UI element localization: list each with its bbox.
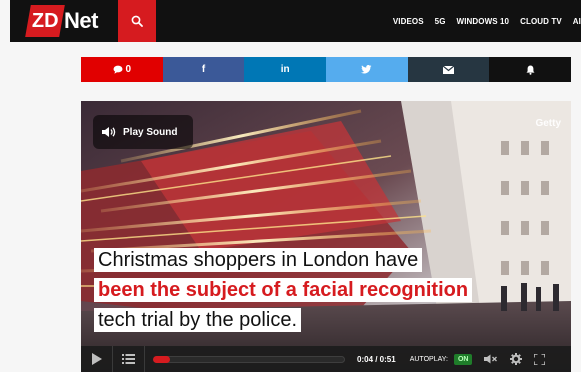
- fullscreen-icon: [534, 353, 546, 365]
- mute-button[interactable]: [484, 354, 498, 364]
- mute-icon: [484, 354, 498, 364]
- logo-text: Net: [64, 8, 98, 33]
- nav-links: VIDEOS 5G WINDOWS 10 CLOUD TV AI: [382, 0, 581, 42]
- autoplay-toggle[interactable]: ON: [453, 353, 473, 365]
- logo-mark: ZD: [31, 9, 59, 32]
- progress-fill: [153, 355, 171, 363]
- comments-button[interactable]: 0: [81, 57, 163, 82]
- chapters-button[interactable]: [113, 346, 145, 372]
- caption-line-2: been the subject of a facial recognition: [94, 278, 473, 302]
- progress-bar[interactable]: [153, 355, 345, 363]
- email-share-button[interactable]: [407, 57, 490, 82]
- nav-link-videos[interactable]: VIDEOS: [393, 17, 424, 26]
- twitter-share-button[interactable]: [326, 57, 408, 82]
- image-credit: Getty: [535, 118, 561, 129]
- caption-line-3: tech trial by the police.: [94, 308, 301, 332]
- logo-badge: ZD: [25, 5, 65, 37]
- video-player[interactable]: Play Sound Getty Christmas shoppers in L…: [81, 101, 571, 372]
- speaker-icon: [102, 127, 116, 137]
- nav-link-ai[interactable]: AI: [573, 17, 581, 26]
- share-bar: 0 f in: [81, 57, 572, 82]
- search-button[interactable]: [118, 0, 156, 42]
- fullscreen-button[interactable]: [534, 353, 546, 365]
- play-button[interactable]: [81, 346, 113, 372]
- nav-link-windows-10[interactable]: WINDOWS 10: [457, 17, 510, 26]
- play-sound-label: Play Sound: [123, 126, 178, 138]
- twitter-icon: [361, 65, 372, 74]
- email-icon: [443, 65, 455, 74]
- linkedin-icon: in: [280, 64, 290, 75]
- search-icon: [131, 15, 143, 27]
- gear-icon: [510, 353, 523, 365]
- video-controls: 0:04 / 0:51 AUTOPLAY: ON: [81, 346, 571, 372]
- bell-icon: [526, 65, 535, 75]
- zdnet-logo[interactable]: ZD Net: [10, 0, 120, 42]
- play-sound-button[interactable]: Play Sound: [93, 115, 193, 149]
- list-icon: [122, 354, 135, 364]
- caption-line-1: Christmas shoppers in London have: [94, 248, 423, 272]
- nav-link-cloud-tv[interactable]: CLOUD TV: [520, 17, 562, 26]
- top-navigation: ZD Net VIDEOS 5G WINDOWS 10 CLOUD TV AI: [0, 0, 581, 42]
- facebook-icon: f: [201, 64, 206, 75]
- facebook-share-button[interactable]: f: [162, 57, 245, 82]
- linkedin-share-button[interactable]: in: [244, 57, 327, 82]
- comment-icon: [113, 65, 123, 74]
- autoplay-label: AUTOPLAY:: [409, 355, 448, 363]
- time-display: 0:04 / 0:51: [357, 354, 396, 364]
- notifications-button[interactable]: [489, 57, 572, 82]
- video-caption: Christmas shoppers in London have been t…: [94, 248, 473, 338]
- settings-button[interactable]: [510, 353, 523, 365]
- nav-link-5g[interactable]: 5G: [435, 17, 446, 26]
- play-icon: [91, 353, 102, 365]
- comments-count: 0: [125, 64, 132, 75]
